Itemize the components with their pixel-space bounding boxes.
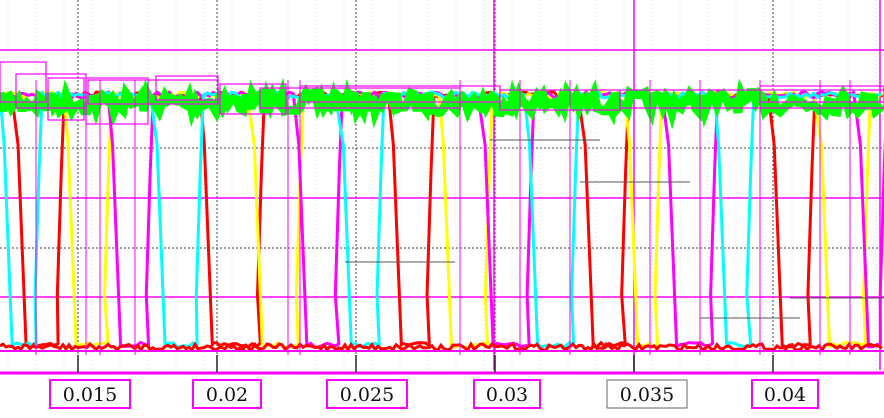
tick-label-1: 0.02 <box>206 384 248 406</box>
tick-box-1: 0.02 <box>192 379 262 409</box>
waveform-chart: 0.015 0.02 0.025 0.03 0.035 0.04 <box>0 0 884 409</box>
tick-box-4: 0.035 <box>606 379 688 409</box>
tick-box-5: 0.04 <box>751 379 819 409</box>
x-ticks <box>77 355 774 373</box>
tick-box-3: 0.03 <box>473 379 541 409</box>
tick-label-0: 0.015 <box>63 384 117 406</box>
tick-label-5: 0.04 <box>764 384 806 406</box>
x-tick-labels: 0.015 0.02 0.025 0.03 0.035 0.04 <box>49 379 819 409</box>
tick-box-2: 0.025 <box>326 379 408 409</box>
tick-label-2: 0.025 <box>340 384 394 406</box>
tick-label-3: 0.03 <box>486 384 528 406</box>
tick-box-0: 0.015 <box>49 379 131 409</box>
tick-label-4: 0.035 <box>620 384 674 406</box>
series-layer <box>0 77 884 353</box>
